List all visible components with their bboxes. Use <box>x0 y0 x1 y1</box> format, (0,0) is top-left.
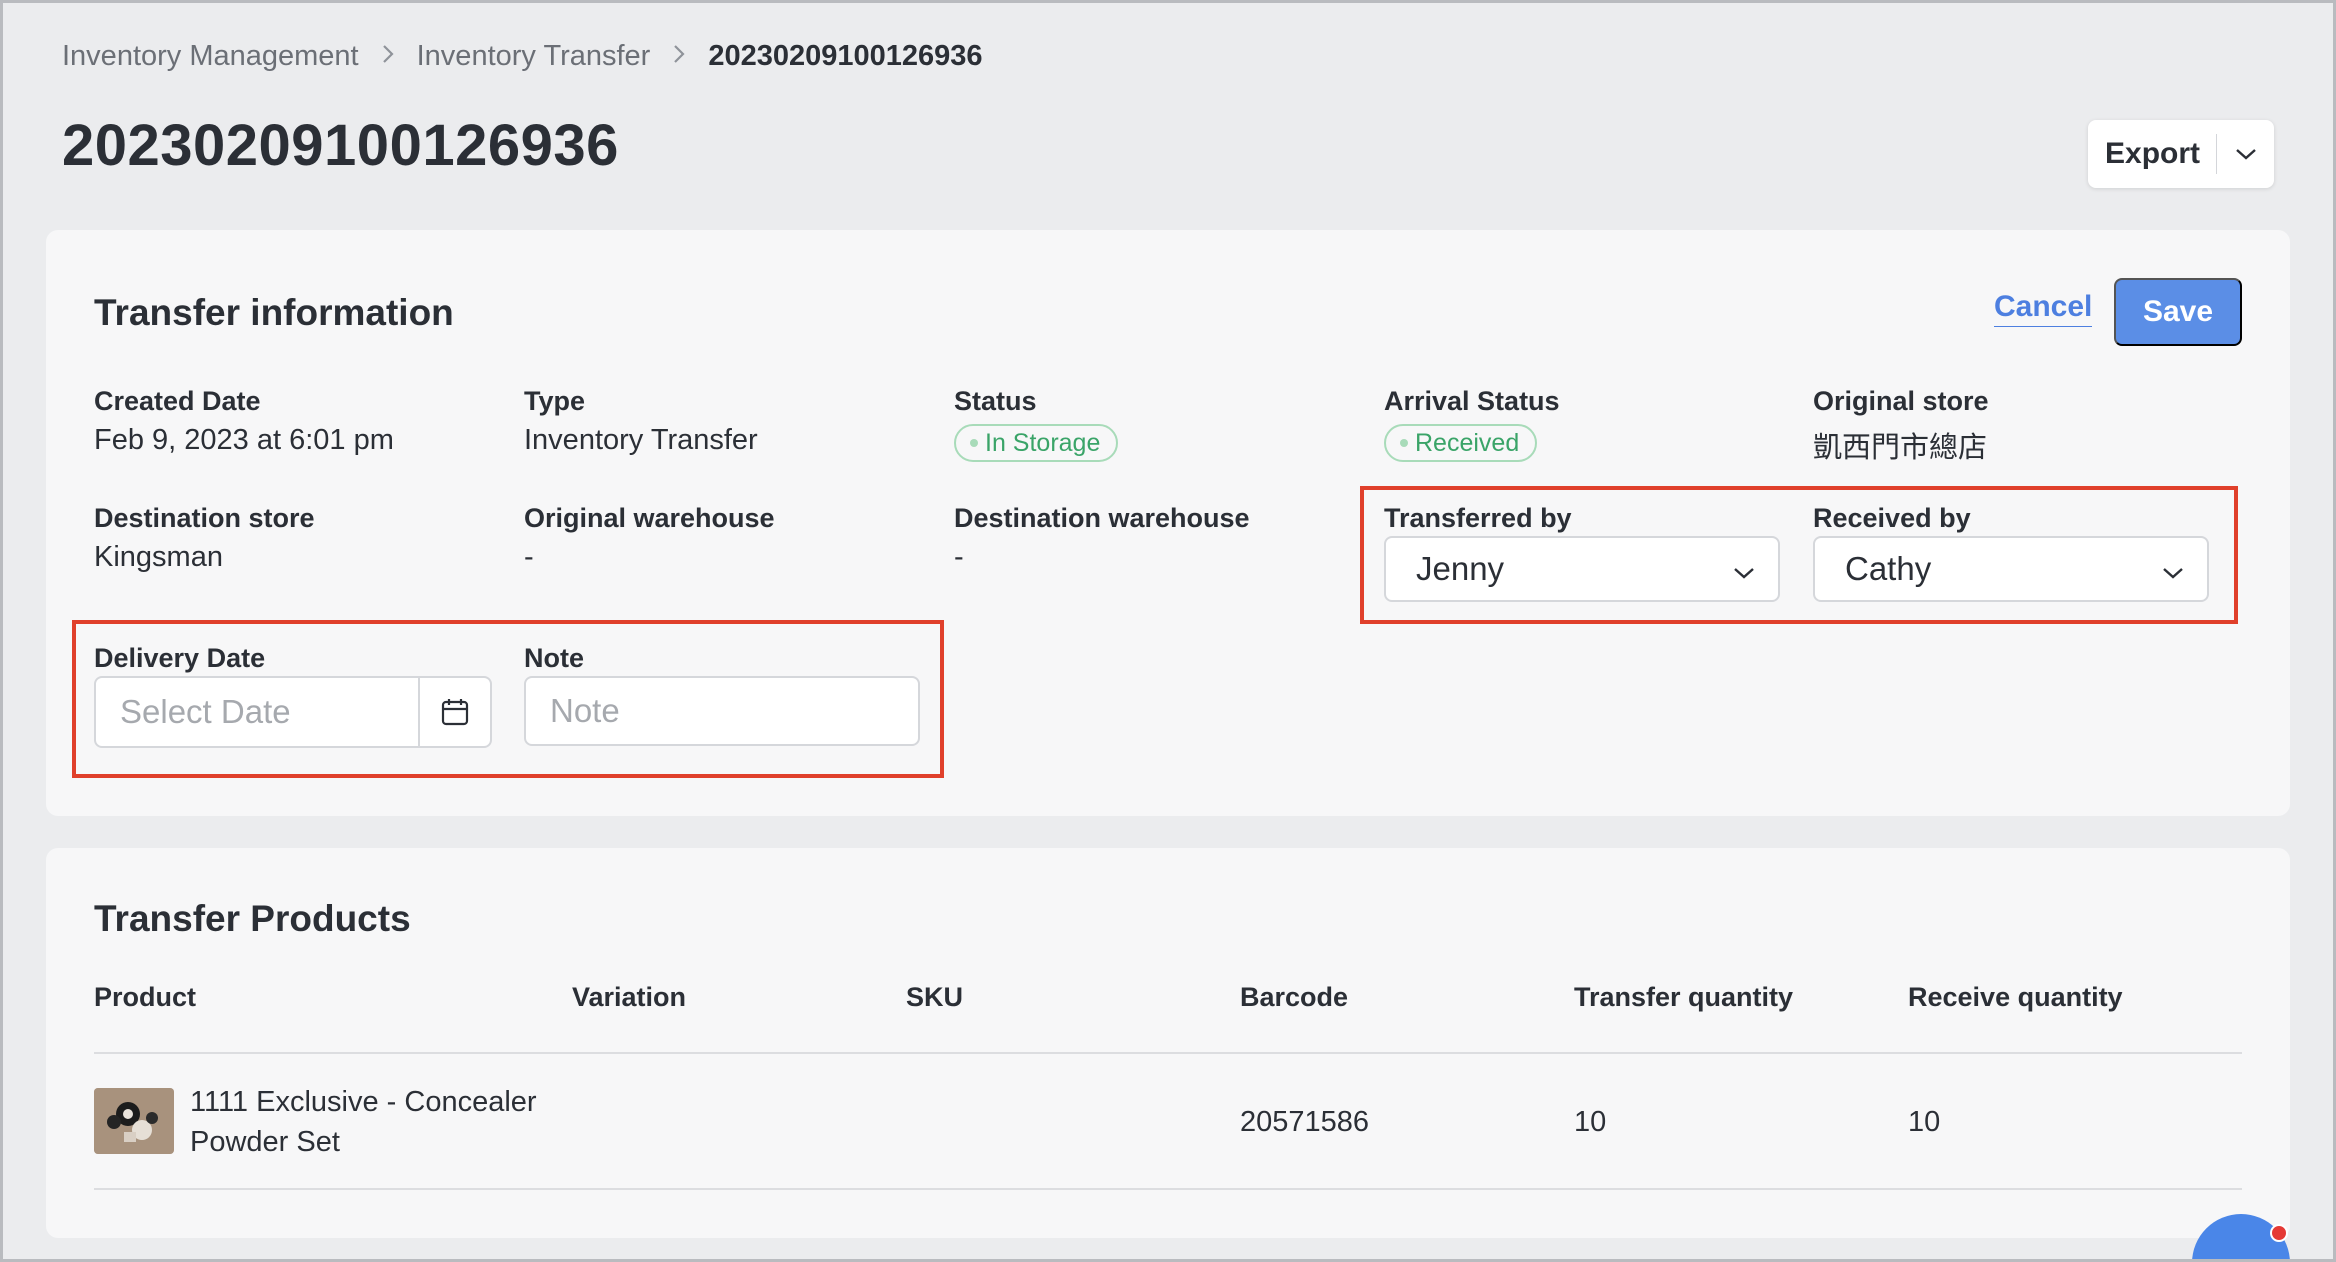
transfer-products-title: Transfer Products <box>94 898 411 939</box>
destination-store-value: Kingsman <box>94 541 223 573</box>
destination-warehouse-label: Destination warehouse <box>954 503 1250 533</box>
original-warehouse-value: - <box>524 541 534 573</box>
status-dot <box>970 439 978 447</box>
original-store-value: 凱西門市總店 <box>1813 432 1988 464</box>
chevron-right-icon <box>672 41 686 72</box>
created-date-label: Created Date <box>94 386 261 416</box>
page-title: 20230209100126936 <box>62 113 619 178</box>
table-row-divider <box>94 1188 2242 1190</box>
arrival-status-badge-text: Received <box>1415 428 1520 457</box>
save-button[interactable]: Save <box>2114 278 2242 346</box>
breadcrumb: Inventory Management Inventory Transfer … <box>62 40 983 73</box>
destination-store-label: Destination store <box>94 503 315 533</box>
cancel-button[interactable]: Cancel <box>1994 290 2093 327</box>
export-label[interactable]: Export <box>2088 137 2216 171</box>
arrival-status-badge: Received <box>1384 424 1538 462</box>
product-barcode: 20571586 <box>1240 1106 1370 1138</box>
transfer-information-title: Transfer information <box>94 292 454 333</box>
highlight-transferred-received <box>1360 486 2238 624</box>
created-date-value: Feb 9, 2023 at 6:01 pm <box>94 424 394 456</box>
column-header-sku: SKU <box>906 982 964 1012</box>
type-label: Type <box>524 386 586 416</box>
column-header-variation: Variation <box>572 982 687 1012</box>
chevron-down-icon[interactable] <box>2217 147 2274 161</box>
breadcrumb-item-inventory-management[interactable]: Inventory Management <box>62 40 359 73</box>
column-header-transfer-quantity: Transfer quantity <box>1574 982 1794 1012</box>
arrival-status-label: Arrival Status <box>1384 386 1560 416</box>
destination-warehouse-value: - <box>954 541 964 573</box>
original-warehouse-label: Original warehouse <box>524 503 775 533</box>
product-name-line1: 1111 Exclusive - Concealer <box>190 1086 537 1118</box>
column-header-barcode: Barcode <box>1240 982 1349 1012</box>
status-label: Status <box>954 386 1037 416</box>
export-button[interactable]: Export <box>2088 120 2274 188</box>
product-name-line2: Powder Set <box>190 1126 340 1158</box>
arrival-status-dot <box>1400 439 1408 447</box>
status-badge-text: In Storage <box>985 428 1101 457</box>
breadcrumb-item-inventory-transfer[interactable]: Inventory Transfer <box>417 40 651 73</box>
original-store-label: Original store <box>1813 386 1989 416</box>
column-header-receive-quantity: Receive quantity <box>1908 982 2123 1012</box>
table-header-divider <box>94 1052 2242 1054</box>
type-value: Inventory Transfer <box>524 424 758 456</box>
column-header-product: Product <box>94 982 197 1012</box>
product-thumbnail <box>94 1088 174 1154</box>
chevron-right-icon <box>381 41 395 72</box>
highlight-delivery-note <box>72 620 944 778</box>
status-badge: In Storage <box>954 424 1119 462</box>
breadcrumb-current: 20230209100126936 <box>708 40 983 72</box>
chat-notification-badge <box>2270 1224 2288 1242</box>
product-transfer-quantity: 10 <box>1574 1106 1607 1138</box>
product-receive-quantity: 10 <box>1908 1106 1941 1138</box>
